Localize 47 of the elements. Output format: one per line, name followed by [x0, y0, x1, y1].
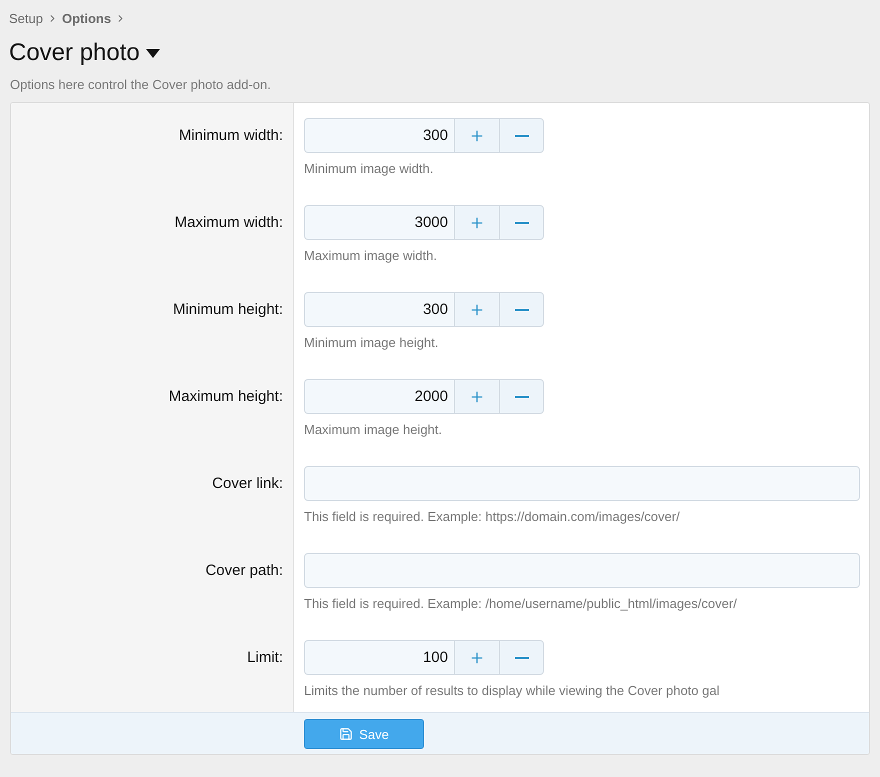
- plus-icon: [469, 388, 485, 404]
- option-label: Limit:: [247, 649, 283, 666]
- option-hint: This field is required. Example: https://domain.com/images/cover/: [304, 509, 681, 524]
- option-hint: Limits the number of results to display while viewing the Cover photo gal: [304, 683, 720, 698]
- option-hint: Maximum image height.: [304, 422, 443, 437]
- number-input[interactable]: 300: [304, 292, 454, 327]
- plus-icon: [469, 302, 485, 318]
- option-label: Minimum height:: [172, 301, 283, 318]
- minus-icon: [514, 656, 528, 658]
- caret-icon[interactable]: [146, 48, 160, 58]
- breadcrumb-link[interactable]: Setup: [9, 11, 58, 26]
- increment-button[interactable]: [454, 118, 499, 153]
- option-label: Minimum width:: [178, 127, 283, 144]
- number-input[interactable]: 2000: [304, 379, 454, 414]
- minus-icon: [514, 222, 528, 224]
- page-description: Options here control the Cover photo add-on.: [10, 77, 272, 92]
- number-input[interactable]: 3000: [304, 205, 454, 240]
- plus-icon: [469, 650, 485, 666]
- save-icon: [339, 727, 354, 741]
- minus-icon: [514, 134, 528, 136]
- number-input[interactable]: 300: [304, 118, 454, 153]
- plus-icon: [469, 214, 485, 230]
- increment-button[interactable]: [454, 292, 499, 327]
- option-hint: Minimum image width.: [304, 161, 434, 176]
- decrement-button[interactable]: [499, 640, 544, 675]
- increment-button[interactable]: [454, 205, 499, 240]
- option-label: Maximum height:: [168, 388, 283, 405]
- page-title: Cover photo: [9, 39, 140, 67]
- plus-icon: [469, 128, 485, 144]
- decrement-button[interactable]: [499, 292, 544, 327]
- option-label: Cover path:: [205, 562, 283, 579]
- decrement-button[interactable]: [499, 205, 544, 240]
- minus-icon: [514, 308, 528, 310]
- increment-button[interactable]: [454, 640, 499, 675]
- option-label: Maximum width:: [174, 214, 283, 231]
- text-input[interactable]: [304, 466, 860, 501]
- breadcrumb-link[interactable]: Options: [62, 11, 126, 26]
- decrement-button[interactable]: [499, 379, 544, 414]
- option-hint: Minimum image height.: [304, 335, 440, 350]
- option-hint: Maximum image width.: [304, 248, 438, 263]
- option-label: Cover link:: [212, 475, 283, 492]
- increment-button[interactable]: [454, 379, 499, 414]
- number-input[interactable]: 100: [304, 640, 454, 675]
- minus-icon: [514, 396, 528, 398]
- option-hint: This field is required. Example: /home/username/public_html/images/cover/: [304, 596, 738, 611]
- decrement-button[interactable]: [499, 118, 544, 153]
- text-input[interactable]: [304, 553, 860, 588]
